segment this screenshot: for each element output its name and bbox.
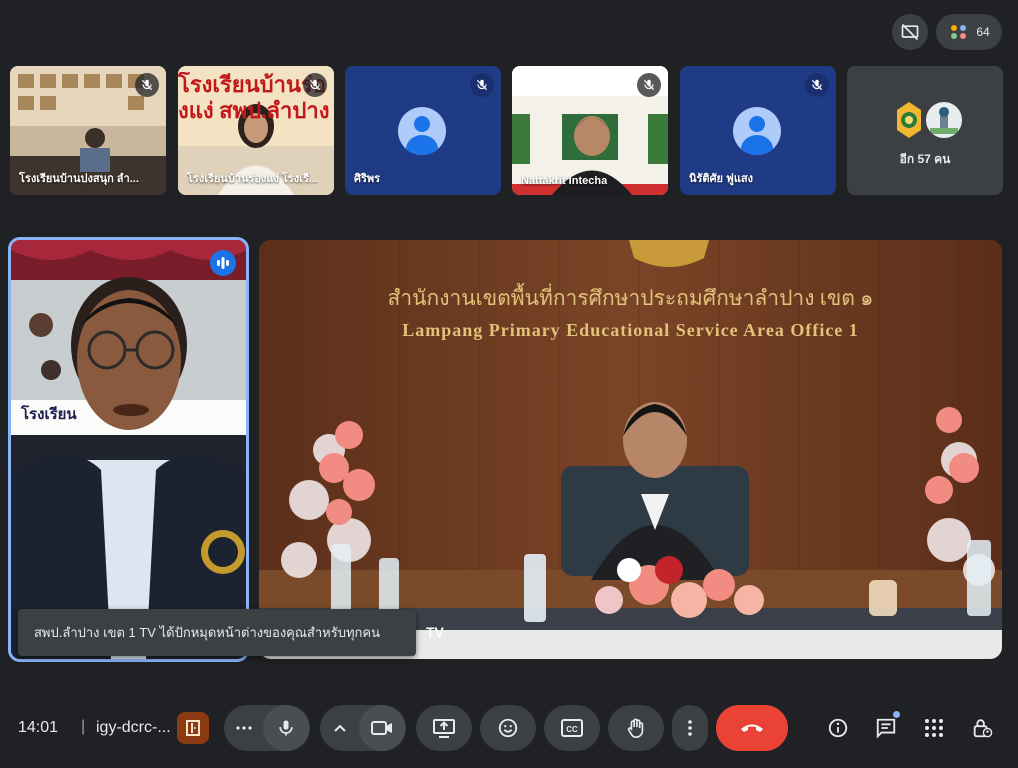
apps-grid-icon (925, 719, 943, 737)
present-screen-icon (433, 719, 455, 738)
toast-message: สพป.ลำปาง เขต 1 TV ได้ปักหมุดหน้าต่างของ… (34, 625, 380, 640)
info-separator: | (81, 718, 86, 735)
leave-call-button[interactable] (716, 705, 788, 751)
chat-icon (876, 718, 896, 739)
default-avatar-icon (398, 107, 446, 155)
captions-button[interactable]: CC (544, 705, 600, 751)
default-avatar-icon (733, 107, 781, 155)
background-sign-text: โรงเรียน (21, 407, 77, 423)
lock-person-icon (973, 719, 993, 738)
participant-name: นิรัติศัย ฟูแสง (689, 173, 754, 185)
more-participants-tile[interactable]: อีก 57 คน (847, 66, 1003, 195)
people-icon (948, 23, 970, 41)
activities-button[interactable] (920, 714, 948, 742)
participant-tile[interactable]: นิรัติศัย ฟูแสง (680, 66, 836, 195)
info-icon (828, 718, 848, 738)
svg-text:CC: CC (566, 725, 578, 734)
participant-tile[interactable]: โรงเรียนบ้านร่องแง่ สพป.ลำปาง โรงเรียนบ้… (178, 66, 334, 195)
pin-notification-toast: สพป.ลำปาง เขต 1 TV ได้ปักหมุดหน้าต่างของ… (18, 609, 416, 656)
speaking-indicator-icon (210, 250, 236, 276)
no-presenting-icon-button[interactable] (892, 14, 928, 50)
audio-options-button[interactable] (225, 726, 263, 730)
reactions-button[interactable] (480, 705, 536, 751)
muted-mic-icon (470, 73, 494, 97)
captions-icon: CC (561, 719, 583, 737)
presenter-name-tag: TV (426, 624, 444, 640)
more-vert-icon (688, 720, 692, 736)
speaking-participant-tile[interactable]: โรงเรียน (8, 237, 249, 662)
emoji-icon (498, 718, 518, 738)
office-banner-thai: สำนักงานเขตพื้นที่การศึกษาประถมศึกษาลำปา… (387, 286, 874, 310)
microphone-icon (279, 720, 293, 736)
chat-button[interactable] (872, 711, 900, 742)
participant-name: Nattakrit Intecha (521, 175, 608, 187)
chat-notification-dot (893, 711, 900, 718)
muted-mic-icon (135, 73, 159, 97)
more-dots-icon (236, 726, 252, 730)
present-off-icon (901, 23, 919, 41)
raise-hand-button[interactable] (608, 705, 664, 751)
end-call-icon (741, 724, 763, 732)
host-controls-lock-button[interactable] (968, 714, 996, 742)
participant-name: โรงเรียนบ้านร่องแง่ โรงเรี... (187, 173, 318, 185)
participant-tile[interactable]: Nattakrit Intecha (512, 66, 668, 195)
participant-avatar (924, 100, 964, 140)
door-icon (186, 720, 200, 736)
more-options-button[interactable] (672, 705, 708, 751)
meeting-details-button[interactable] (824, 714, 852, 742)
hand-icon (627, 718, 644, 738)
meeting-time: 14:01 (18, 719, 59, 736)
participant-count: 64 (976, 25, 990, 39)
chevron-up-icon (334, 724, 346, 732)
camera-icon (371, 721, 392, 735)
participant-avatar (894, 100, 924, 140)
present-screen-button[interactable] (416, 705, 472, 751)
office-banner-english: Lampang Primary Educational Service Area… (402, 320, 859, 340)
camera-button[interactable] (359, 705, 405, 751)
camera-control-group[interactable] (320, 705, 406, 751)
main-video-tile[interactable]: สำนักงานเขตพื้นที่การศึกษาประถมศึกษาลำปา… (259, 240, 1002, 659)
participant-tile[interactable]: โรงเรียนบ้านปงสนุก ลำ... (10, 66, 166, 195)
host-controls-button[interactable] (177, 712, 209, 744)
video-options-button[interactable] (321, 724, 359, 732)
participant-tile[interactable]: ศิริพร (345, 66, 501, 195)
more-participants-label: อีก 57 คน (899, 152, 951, 166)
participants-indicator[interactable]: 64 (936, 14, 1002, 50)
microphone-control-group[interactable] (224, 705, 310, 751)
muted-mic-icon (637, 73, 661, 97)
participant-name: โรงเรียนบ้านปงสนุก ลำ... (19, 173, 139, 185)
participant-name: ศิริพร (354, 173, 381, 185)
muted-mic-icon (805, 73, 829, 97)
microphone-button[interactable] (263, 705, 309, 751)
meeting-code: igy-dcrc-... (96, 719, 171, 736)
muted-mic-icon (303, 73, 327, 97)
